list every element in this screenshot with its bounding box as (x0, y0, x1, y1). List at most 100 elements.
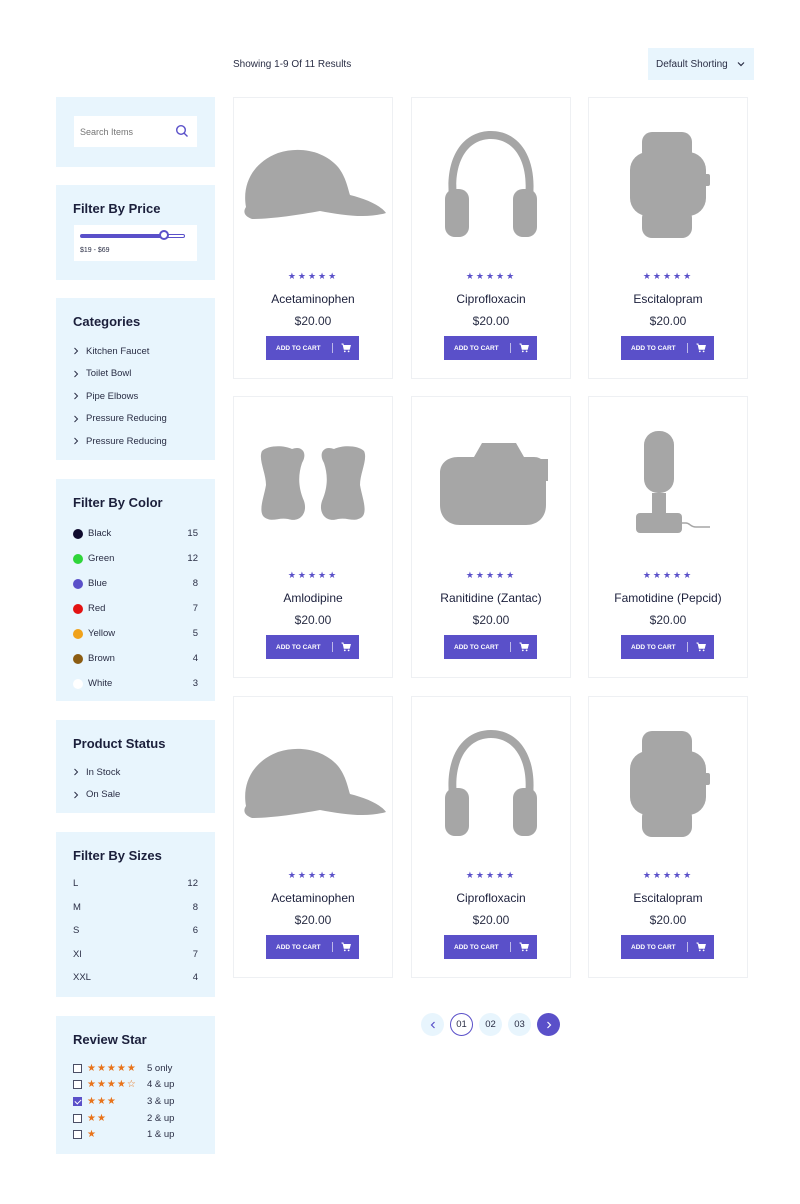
status-list: In Stock On Sale (73, 761, 120, 806)
product-rating-stars-icon: ★★★★★ (287, 571, 339, 581)
add-to-cart-label: ADD TO CART (631, 344, 676, 352)
add-to-cart-button[interactable]: ADD TO CART (444, 635, 537, 659)
product-rating-stars-icon: ★★★★★ (287, 272, 339, 282)
review-label: 2 & up (147, 1112, 175, 1124)
product-name[interactable]: Acetaminophen (234, 891, 392, 905)
status-item-in-stock[interactable]: In Stock (73, 761, 120, 784)
pagination-prev-button[interactable] (421, 1013, 444, 1036)
product-price: $20.00 (649, 913, 687, 927)
add-to-cart-button[interactable]: ADD TO CART (444, 935, 537, 959)
color-list: Black 15 Green 12 Blue 8 Red 7 Yellow 5 Brown 4 Whit… (73, 521, 198, 696)
category-item[interactable]: Pressure Reducing (73, 408, 167, 431)
pagination-page-03[interactable]: 03 (508, 1013, 531, 1036)
product-card[interactable]: ★★★★★ Ranitidine (Zantac) $20.00 ADD TO CAR… (411, 396, 571, 678)
product-name[interactable]: Acetaminophen (234, 292, 392, 306)
product-name[interactable]: Ciprofloxacin (412, 891, 570, 905)
product-card[interactable]: ★★★★★ Famotidine (Pepcid) $20.00 ADD TO CAR… (588, 396, 748, 678)
color-item-black[interactable]: Black 15 (73, 521, 198, 546)
review-item[interactable]: ★ 1 & up (73, 1126, 174, 1143)
pagination-next-button[interactable] (537, 1013, 560, 1036)
product-name[interactable]: Escitalopram (589, 891, 747, 905)
button-divider (687, 343, 688, 353)
status-label: In Stock (86, 766, 121, 778)
product-name[interactable]: Ranitidine (Zantac) (412, 591, 570, 605)
button-divider (510, 343, 511, 353)
price-slider-track[interactable] (80, 234, 185, 238)
add-to-cart-button[interactable]: ADD TO CART (266, 935, 359, 959)
add-to-cart-button[interactable]: ADD TO CART (444, 336, 537, 360)
size-count: 4 (192, 972, 198, 984)
product-card[interactable]: ★★★★★ Escitalopram $20.00 ADD TO CART (588, 97, 748, 379)
review-checkbox[interactable] (73, 1113, 82, 1123)
categories-list: Kitchen Faucet Toilet Bowl Pipe Elbows P… (73, 340, 167, 453)
category-item[interactable]: Pressure Reducing (73, 430, 167, 453)
add-to-cart-button[interactable]: ADD TO CART (266, 635, 359, 659)
smartwatch-icon (626, 130, 711, 245)
add-to-cart-button[interactable]: ADD TO CART (266, 336, 359, 360)
color-item-brown[interactable]: Brown 4 (73, 646, 198, 671)
cart-icon (696, 942, 706, 952)
status-filter-panel: Product Status In Stock On Sale (56, 720, 215, 813)
product-name[interactable]: Amlodipine (234, 591, 392, 605)
color-swatch (73, 553, 83, 564)
product-image (234, 711, 392, 861)
size-item-xxl[interactable]: XXL 4 (73, 966, 198, 990)
product-card[interactable]: ★★★★★ Ciprofloxacin $20.00 ADD TO CART (411, 696, 571, 978)
review-item[interactable]: ★★★★★ 5 only (73, 1060, 174, 1077)
add-to-cart-button[interactable]: ADD TO CART (621, 935, 714, 959)
sort-dropdown[interactable]: Default Shorting (648, 48, 754, 80)
results-count: Showing 1-9 Of 11 Results (233, 59, 352, 70)
product-name[interactable]: Famotidine (Pepcid) (589, 591, 747, 605)
product-card[interactable]: ★★★★★ Ciprofloxacin $20.00 ADD TO CART (411, 97, 571, 379)
product-name[interactable]: Ciprofloxacin (412, 292, 570, 306)
button-divider (332, 343, 333, 353)
color-item-green[interactable]: Green 12 (73, 546, 198, 571)
status-label: On Sale (86, 789, 121, 801)
status-item-on-sale[interactable]: On Sale (73, 784, 120, 807)
product-card[interactable]: ★★★★★ Acetaminophen $20.00 ADD TO CART (233, 696, 393, 978)
size-item-s[interactable]: S6 (73, 919, 198, 943)
add-to-cart-button[interactable]: ADD TO CART (621, 635, 714, 659)
price-slider-handle[interactable] (159, 230, 169, 240)
price-slider-box: $19 - $69 (74, 225, 197, 261)
color-item-white[interactable]: White 3 (73, 671, 198, 696)
size-item-m[interactable]: M8 (73, 896, 198, 920)
review-item[interactable]: ★★★ 3 & up (73, 1093, 174, 1110)
gamepad-icon (258, 441, 368, 531)
category-item[interactable]: Toilet Bowl (73, 363, 167, 386)
size-item-xl[interactable]: Xl 7 (73, 943, 198, 967)
review-item[interactable]: ★★ 2 & up (73, 1110, 174, 1127)
review-checkbox[interactable] (73, 1130, 82, 1140)
review-checkbox[interactable] (73, 1096, 82, 1106)
review-checkbox[interactable] (73, 1063, 82, 1073)
product-card[interactable]: ★★★★★ Acetaminophen $20.00 ADD TO CART (233, 97, 393, 379)
category-item[interactable]: Pipe Elbows (73, 385, 167, 408)
product-rating-stars-icon: ★★★★★ (642, 272, 694, 282)
review-checkbox[interactable] (73, 1080, 82, 1090)
product-name[interactable]: Escitalopram (589, 292, 747, 306)
button-divider (332, 942, 333, 952)
review-item[interactable]: ★★★★☆ 4 & up (73, 1077, 174, 1094)
category-item[interactable]: Kitchen Faucet (73, 340, 167, 363)
product-card[interactable]: ★★★★★ Escitalopram $20.00 ADD TO CART (588, 696, 748, 978)
add-to-cart-label: ADD TO CART (454, 643, 499, 651)
size-item-l[interactable]: L 12 (73, 872, 198, 896)
product-image (234, 112, 392, 262)
product-card[interactable]: ★★★★★ Amlodipine $20.00 ADD TO CART (233, 396, 393, 678)
cap-icon (238, 145, 388, 230)
color-item-yellow[interactable]: Yellow 5 (73, 621, 198, 646)
color-name: Green (88, 553, 115, 564)
chevron-left-icon (430, 1021, 435, 1028)
search-icon[interactable] (175, 124, 189, 138)
product-price: $20.00 (472, 913, 510, 927)
add-to-cart-button[interactable]: ADD TO CART (621, 336, 714, 360)
color-swatch (73, 578, 83, 589)
color-item-red[interactable]: Red 7 (73, 596, 198, 621)
search-input[interactable] (80, 126, 175, 137)
pagination-page-02[interactable]: 02 (479, 1013, 502, 1036)
pagination-page-01[interactable]: 01 (450, 1013, 473, 1036)
color-item-blue[interactable]: Blue 8 (73, 571, 198, 596)
color-count: 8 (192, 578, 198, 589)
review-filter-title: Review Star (73, 1032, 147, 1047)
review-list: ★★★★★ 5 only ★★★★☆ 4 & up ★★★ 3 & up ★★ 2 & up ★… (73, 1060, 174, 1143)
